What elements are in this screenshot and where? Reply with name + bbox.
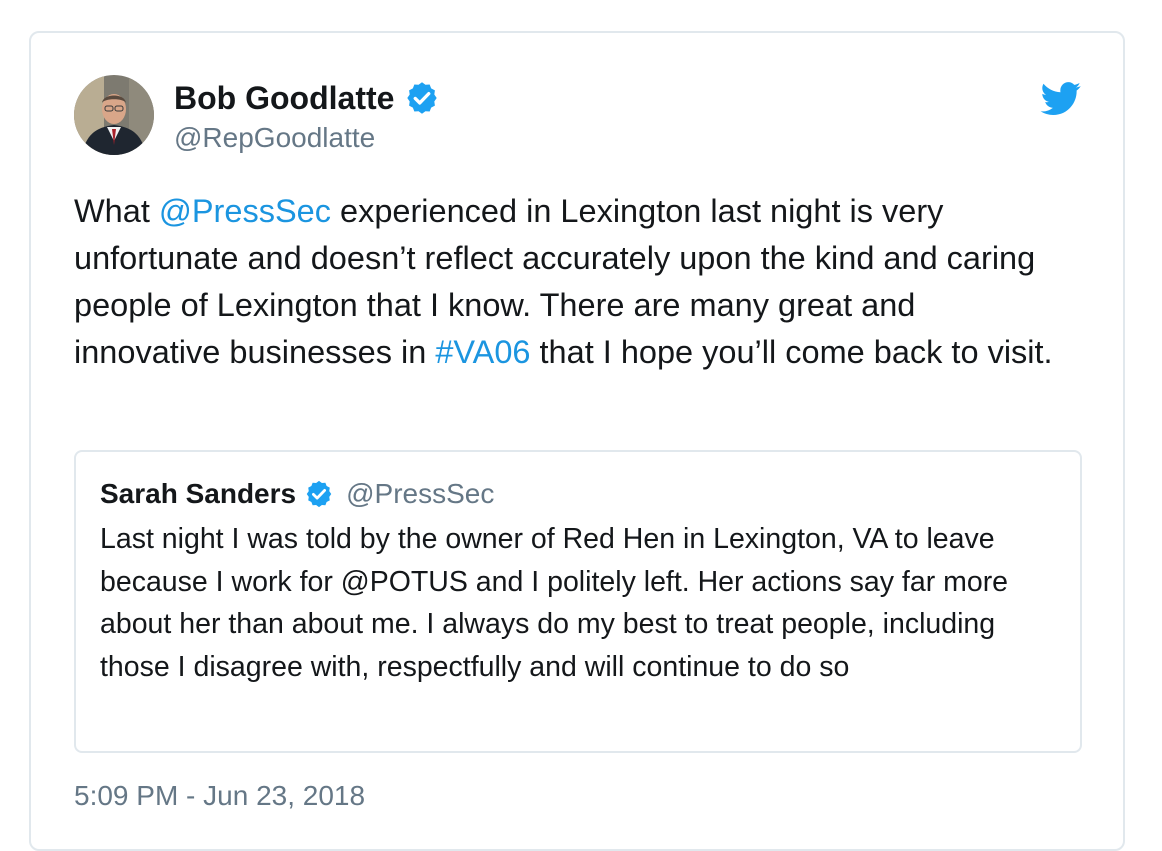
hashtag-link-va06[interactable]: #VA06 <box>435 334 530 370</box>
author-handle[interactable]: @RepGoodlatte <box>174 120 375 156</box>
verified-badge-icon <box>306 480 332 508</box>
quoted-author-name[interactable]: Sarah Sanders <box>100 476 296 512</box>
author-name[interactable]: Bob Goodlatte <box>174 78 440 118</box>
twitter-bird-icon[interactable] <box>1040 82 1082 116</box>
quoted-author-handle[interactable]: @PressSec <box>346 476 494 512</box>
author-display-name[interactable]: Bob Goodlatte <box>174 78 394 118</box>
tweet-timestamp[interactable]: 5:09 PM - Jun 23, 2018 <box>74 778 365 814</box>
tweet-text-segment: What <box>74 193 159 229</box>
verified-badge-icon <box>407 82 438 114</box>
author-avatar[interactable] <box>74 75 154 155</box>
mention-link-presssec[interactable]: @PressSec <box>159 193 331 229</box>
quoted-tweet-card[interactable]: Sarah Sanders @PressSec Last night I was… <box>74 450 1082 753</box>
tweet-text: What @PressSec experienced in Lexington … <box>74 188 1064 376</box>
tweet-text-segment: that I hope you’ll come back to visit. <box>530 334 1053 370</box>
quoted-tweet-header: Sarah Sanders @PressSec <box>100 476 494 512</box>
quoted-tweet-text: Last night I was told by the owner of Re… <box>100 523 1009 683</box>
